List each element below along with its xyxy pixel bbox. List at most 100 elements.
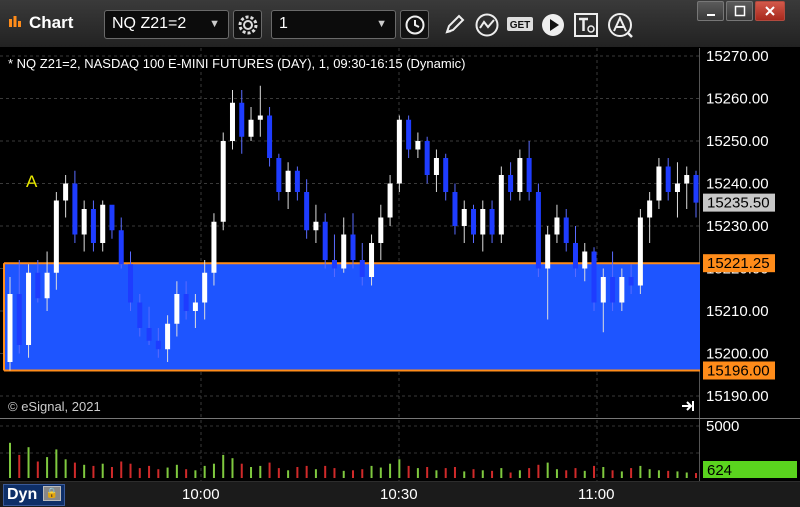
volume-bar xyxy=(555,469,558,478)
volume-bar xyxy=(676,471,679,478)
pencil-icon xyxy=(444,14,464,34)
candle-body xyxy=(229,102,235,141)
volume-bar xyxy=(194,470,197,478)
candle-body xyxy=(591,251,597,303)
volume-bar xyxy=(231,458,234,478)
volume-bar xyxy=(426,467,429,478)
price-chart[interactable]: 15270.00 15260.00 15250.00 15240.00 15230.00… xyxy=(0,48,800,481)
symbol-value: NQ Z21=2 xyxy=(112,15,187,32)
volume-last-badge: 624 xyxy=(707,462,732,479)
volume-bar xyxy=(379,467,382,478)
candle-body xyxy=(443,158,449,192)
volume-bar xyxy=(296,467,299,478)
time-axis-bar: Dyn 🔒 10:00 10:30 11:00 xyxy=(0,481,800,507)
volume-bar xyxy=(287,470,290,478)
replay-button[interactable] xyxy=(538,10,567,39)
candle-body xyxy=(452,192,458,226)
alerts-button[interactable] xyxy=(605,10,634,39)
candle-body xyxy=(647,200,653,218)
time-template-button[interactable] xyxy=(400,10,429,39)
volume-bar xyxy=(157,469,160,478)
drawing-tools-button[interactable] xyxy=(439,10,468,39)
candle-body xyxy=(331,260,337,269)
volume-bar xyxy=(630,468,633,478)
volume-bar xyxy=(305,465,308,478)
text-tool-button[interactable] xyxy=(571,10,600,39)
volume-bar xyxy=(472,469,475,478)
candle-body xyxy=(63,183,69,201)
get-label: GET xyxy=(509,20,530,31)
volume-bar xyxy=(407,465,410,478)
volume-bar xyxy=(73,462,76,478)
minimize-button[interactable] xyxy=(697,1,724,21)
volume-bar xyxy=(27,447,30,478)
volume-bar xyxy=(138,468,141,478)
volume-bar xyxy=(620,471,623,478)
candle-body xyxy=(600,277,606,303)
chart-header: * NQ Z21=2, NASDAQ 100 E-MINI FUTURES (D… xyxy=(8,56,465,71)
candle-body xyxy=(257,115,263,120)
candle-body xyxy=(322,221,328,260)
candle-body xyxy=(146,328,152,341)
restore-button[interactable] xyxy=(726,1,753,21)
candle-body xyxy=(378,217,384,243)
volume-bar xyxy=(175,464,178,478)
volume-bar xyxy=(259,465,262,478)
last-price-badge: 15235.50 xyxy=(707,195,770,212)
volume-bar xyxy=(250,467,253,478)
volume-bar xyxy=(333,468,336,478)
volume-bar xyxy=(166,467,169,478)
lock-icon[interactable]: 🔒 xyxy=(43,486,61,501)
candle-body xyxy=(155,340,161,350)
studies-button[interactable] xyxy=(472,10,501,39)
price-tick-label: 15270.00 xyxy=(706,48,769,65)
volume-bar xyxy=(268,462,271,478)
volume-bar xyxy=(648,469,651,478)
annotation-label[interactable]: A xyxy=(26,172,38,191)
settings-button[interactable] xyxy=(233,10,262,39)
candle-body xyxy=(211,221,217,273)
copyright-label: © eSignal, 2021 xyxy=(8,399,101,414)
candle-body xyxy=(684,175,690,184)
get-data-button[interactable]: GET xyxy=(505,10,534,39)
candle-body xyxy=(387,183,393,218)
volume-bar xyxy=(389,463,392,478)
candle-body xyxy=(192,302,198,311)
volume-bar xyxy=(416,468,419,478)
price-tick-label: 15250.00 xyxy=(706,133,769,150)
volume-bar xyxy=(342,470,345,478)
volume-bar xyxy=(212,463,215,478)
candle-body xyxy=(526,158,532,192)
candle-body xyxy=(248,119,254,137)
window-title: Chart xyxy=(29,13,74,32)
volume-bar xyxy=(602,467,605,478)
close-button[interactable] xyxy=(755,1,785,21)
volume-bar xyxy=(685,472,688,478)
candle-body xyxy=(693,175,699,203)
candle-body xyxy=(480,209,486,235)
candle-body xyxy=(183,294,189,311)
symbol-combo[interactable]: NQ Z21=2 ▼ xyxy=(104,10,229,39)
text-icon xyxy=(573,12,598,37)
volume-bar xyxy=(491,470,494,478)
candle-body xyxy=(313,221,319,231)
candle-body xyxy=(359,260,365,277)
volume-bar xyxy=(36,461,39,478)
volume-bar xyxy=(537,464,540,478)
volume-bar xyxy=(120,461,123,478)
clock-icon xyxy=(405,15,424,34)
candle-body xyxy=(16,294,22,345)
candle-body xyxy=(665,166,671,192)
volume-bar xyxy=(583,470,586,478)
candle-body xyxy=(619,277,625,303)
candle-body xyxy=(267,115,273,158)
candle-body xyxy=(369,243,375,277)
interval-combo[interactable]: 1 ▼ xyxy=(271,10,396,39)
candle-body xyxy=(239,102,245,137)
volume-bar xyxy=(593,465,596,478)
candle-body xyxy=(517,158,523,192)
candle-body xyxy=(572,243,578,269)
candle-body xyxy=(628,277,634,286)
candle-body xyxy=(424,141,430,175)
candle-body xyxy=(26,272,32,345)
